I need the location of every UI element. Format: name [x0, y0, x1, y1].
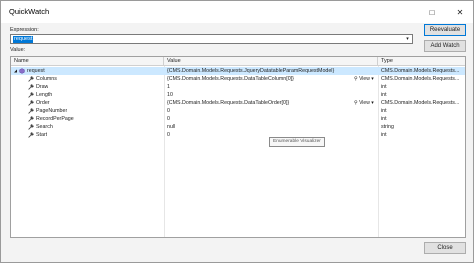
wrench-property-icon [28, 124, 34, 130]
grid-header: Name Value Type [11, 57, 465, 66]
wrench-property-icon [28, 116, 34, 122]
row-type: int [381, 108, 387, 114]
view-visualizer-button[interactable]: ⚲ View ▾ [354, 99, 374, 107]
table-row[interactable]: Length 10 int [11, 91, 465, 99]
column-header-name[interactable]: Name [11, 57, 164, 65]
table-row[interactable]: Columns {CMS.Domain.Models.Requests.DataT… [11, 75, 465, 83]
expression-input[interactable]: request ▾ [10, 34, 413, 44]
table-row[interactable]: PageNumber 0 int [11, 107, 465, 115]
row-value[interactable]: 0 [167, 115, 375, 123]
reevaluate-button[interactable]: Reevaluate [424, 24, 466, 36]
row-value[interactable]: {CMS.Domain.Models.Requests.DataTableCol… [167, 75, 353, 83]
visualizer-tooltip: Enumerable Visualizer [269, 137, 325, 147]
expression-label: Expression: [10, 27, 39, 33]
add-watch-button[interactable]: Add Watch [424, 40, 466, 52]
table-row[interactable]: Order {CMS.Domain.Models.Requests.DataTab… [11, 99, 465, 107]
row-name: RecordPerPage [36, 116, 74, 122]
row-type: int [381, 92, 387, 98]
row-value[interactable]: null [167, 123, 375, 131]
wrench-property-icon [28, 132, 34, 138]
wrench-property-icon [28, 100, 34, 106]
row-name: Draw [36, 84, 49, 90]
column-header-type[interactable]: Type [378, 57, 465, 65]
expression-value[interactable]: request [13, 36, 34, 43]
row-value[interactable]: 1 [167, 83, 375, 91]
quickwatch-window: QuickWatch □ ✕ Expression: request ▾ Ree… [0, 0, 474, 263]
watch-grid[interactable]: Name Value Type ◢ request {CMS.Domain.Mode… [10, 56, 466, 238]
row-type: int [381, 84, 387, 90]
row-name: PageNumber [36, 108, 68, 114]
value-label: Value: [10, 47, 26, 53]
row-type: string [381, 124, 394, 130]
close-window-button[interactable]: ✕ [447, 1, 473, 23]
row-name: request [27, 68, 45, 74]
object-icon [19, 68, 25, 74]
maximize-icon: □ [429, 7, 435, 17]
close-icon: ✕ [456, 7, 464, 17]
row-name: Order [36, 100, 50, 106]
chevron-down-icon: ▾ [369, 76, 374, 82]
row-name: Search [36, 124, 53, 130]
maximize-button[interactable]: □ [419, 1, 445, 23]
wrench-property-icon [28, 76, 34, 82]
row-value[interactable]: {CMS.Domain.Models.Requests.DataTableOrd… [167, 99, 353, 107]
row-name: Start [36, 132, 48, 138]
row-value[interactable]: 0 [167, 107, 375, 115]
wrench-property-icon [28, 108, 34, 114]
view-label: View [359, 76, 370, 82]
column-header-value[interactable]: Value [164, 57, 378, 65]
table-row[interactable]: Start 0 int [11, 131, 465, 139]
table-row[interactable]: Search null string [11, 123, 465, 131]
row-name: Columns [36, 76, 57, 82]
window-title: QuickWatch [9, 7, 50, 16]
chevron-down-icon: ▾ [369, 100, 374, 106]
title-bar: QuickWatch □ ✕ [1, 1, 473, 23]
expand-toggle-icon[interactable]: ◢ [14, 67, 17, 75]
row-type: CMS.Domain.Models.Requests... [381, 68, 460, 74]
row-type: int [381, 132, 387, 138]
row-type: CMS.Domain.Models.Requests... [381, 100, 460, 106]
close-button[interactable]: Close [424, 242, 466, 254]
row-value[interactable]: {CMS.Domain.Models.Requests.JqueryDatata… [167, 67, 375, 75]
wrench-property-icon [28, 92, 34, 98]
row-value[interactable]: 10 [167, 91, 375, 99]
chevron-down-icon[interactable]: ▾ [403, 35, 412, 43]
table-row[interactable]: RecordPerPage 0 int [11, 115, 465, 123]
wrench-property-icon [28, 84, 34, 90]
table-row[interactable]: ◢ request {CMS.Domain.Models.Requests.Jque… [11, 67, 465, 75]
view-visualizer-button[interactable]: ⚲ View ▾ [354, 75, 374, 83]
row-type: CMS.Domain.Models.Requests... [381, 76, 460, 82]
row-type: int [381, 116, 387, 122]
view-label: View [359, 100, 370, 106]
table-row[interactable]: Draw 1 int [11, 83, 465, 91]
row-name: Length [36, 92, 53, 98]
